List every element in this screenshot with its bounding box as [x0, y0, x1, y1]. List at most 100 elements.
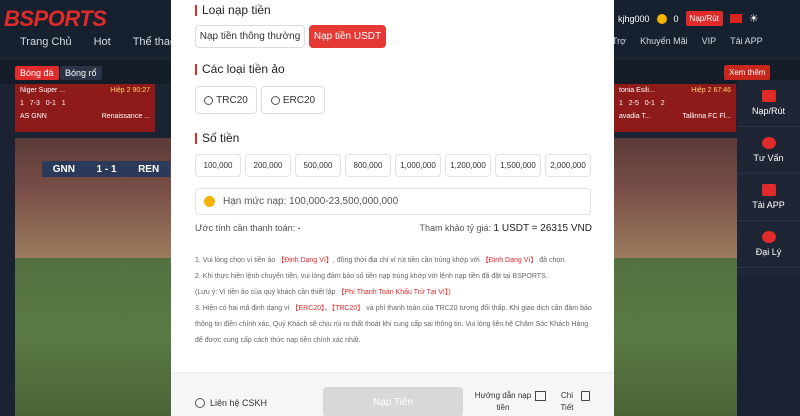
document-icon[interactable]	[581, 391, 590, 401]
site-logo[interactable]: BSPORTS	[4, 6, 107, 32]
away-team: Tallinna FC Fl...	[682, 113, 731, 120]
note-text: , đồng thời địa chỉ ví rút tiền cần trùn…	[332, 257, 482, 264]
side-item-label: Đại Lý	[755, 247, 782, 257]
deposit-guide-link[interactable]: Hướng dẫn nạp tiền	[473, 390, 533, 414]
home-score: 1	[619, 100, 623, 107]
away-score: 1	[61, 100, 66, 107]
accent-bar	[195, 4, 197, 16]
right-nav: Trợ Khuyến Mãi VIP Tải APP	[612, 36, 763, 46]
section-amount: Số tiền	[195, 131, 239, 145]
nav-promotions[interactable]: Khuyến Mãi	[640, 36, 688, 46]
corners: 7-3	[29, 100, 40, 107]
cards: 0-1	[644, 100, 655, 107]
amount-chip[interactable]: 500,000	[295, 154, 341, 177]
headset-icon	[195, 398, 205, 408]
side-item-label: Tải APP	[752, 200, 785, 210]
side-item-app[interactable]: Tải APP	[737, 174, 800, 221]
rate-label: Tham khảo tỷ giá:	[419, 223, 491, 233]
radio-erc20[interactable]: ERC20	[261, 86, 325, 114]
note-text: 1. Vui lòng chọn ví tiền ảo	[195, 257, 278, 264]
match-card[interactable]: Niger Super ... Hiệp 2 90:27 1 7-3 0-1 1 …	[15, 84, 155, 132]
nav-support[interactable]: Trợ	[612, 36, 626, 46]
overlay-score: 1 - 1	[96, 163, 117, 175]
tab-basketball[interactable]: Bóng rổ	[60, 66, 102, 80]
deposit-submit-button[interactable]: Nạp Tiền	[323, 387, 463, 416]
user-bar: kjhg000 0 Nạp/Rút ☀	[618, 11, 759, 26]
note-highlight: 【Phí Thanh Toán Khấu Trừ Tại Ví】	[337, 289, 449, 296]
note-2: 2. Khi thực hiện lệnh chuyển tiền, vui l…	[195, 269, 595, 301]
contact-support-link[interactable]: Liên hệ CSKH	[195, 398, 267, 408]
score-overlay: GNN 1 - 1 REN	[42, 161, 170, 177]
view-more-button[interactable]: Xem thêm	[724, 65, 771, 80]
tab-regular-deposit[interactable]: Nạp tiền thông thường	[195, 25, 305, 48]
amount-chip[interactable]: 800,000	[345, 154, 391, 177]
note-highlight: 【ERC20】	[291, 305, 325, 312]
home-team: AS GNN	[20, 113, 47, 120]
agent-icon	[761, 231, 776, 243]
balance: 0	[673, 13, 679, 24]
note-1: 1. Vui lòng chọn ví tiền ảo 【Định Dạng V…	[195, 253, 595, 269]
side-item-label: Tư Vấn	[753, 153, 784, 163]
nav-home[interactable]: Trang Chủ	[20, 36, 72, 48]
note-text: )	[448, 289, 451, 296]
headset-icon	[761, 137, 776, 149]
home-score: 1	[20, 100, 24, 107]
tab-usdt-deposit[interactable]: Nạp tiền USDT	[309, 25, 386, 48]
radio-trc20[interactable]: TRC20	[195, 86, 257, 114]
cards: 0-1	[45, 100, 56, 107]
coin-icon	[656, 13, 667, 24]
home-team: avadia T...	[619, 113, 651, 120]
radio-circle-icon	[270, 95, 280, 105]
tab-football[interactable]: Bóng đá	[15, 66, 59, 80]
side-menu: Nạp/Rút Tư Vấn Tải APP Đại Lý	[737, 80, 800, 278]
deposit-withdraw-button[interactable]: Nạp/Rút	[685, 11, 723, 26]
match-status: Hiệp 2 67:46	[691, 87, 731, 94]
vietnam-flag-icon[interactable]	[729, 14, 742, 23]
radio-label: ERC20	[282, 94, 316, 106]
radio-label: TRC20	[216, 94, 248, 106]
nav-download-app[interactable]: Tải APP	[730, 36, 763, 46]
overlay-home: GNN	[52, 163, 75, 175]
amount-chip[interactable]: 1,200,000	[445, 154, 491, 177]
amount-chip[interactable]: 200,000	[245, 154, 291, 177]
side-item-deposit[interactable]: Nạp/Rút	[737, 80, 800, 127]
rate-value: 1 USDT = 26315 VND	[493, 223, 592, 234]
note-highlight: 【Định Dạng Ví】	[277, 257, 333, 264]
accent-bar	[195, 132, 197, 144]
nav-vip[interactable]: VIP	[702, 36, 717, 46]
section-title: Các loại tiền ảo	[202, 62, 285, 76]
side-item-agent[interactable]: Đại Lý	[737, 221, 800, 268]
coin-icon	[204, 196, 215, 207]
side-item-support[interactable]: Tư Vấn	[737, 127, 800, 174]
amount-input[interactable]: Hạn mức nạp: 100,000-23,500,000,000	[195, 188, 591, 215]
nav-hot[interactable]: Hot	[94, 36, 111, 48]
radio-circle-icon	[204, 95, 214, 105]
match-card[interactable]: tonia Esili... Hiệp 2 67:46 1 2-5 0-1 2 a…	[614, 84, 736, 132]
wallet-icon	[761, 90, 776, 102]
amount-chip[interactable]: 1,000,000	[395, 154, 441, 177]
note-text: 2. Khi thực hiện lệnh chuyển tiền, vui l…	[195, 273, 548, 280]
accent-bar	[195, 63, 197, 75]
overlay-away: REN	[138, 163, 160, 175]
away-team: Renaissance ...	[101, 113, 150, 120]
section-title: Số tiền	[202, 131, 240, 145]
away-score: 2	[660, 100, 665, 107]
amount-chip[interactable]: 2,000,000	[545, 154, 591, 177]
league-name: Niger Super ...	[20, 87, 66, 94]
note-text: (Lưu ý: Ví tiền ảo của quý khách cần thi…	[195, 289, 338, 296]
note-text: 、	[324, 305, 332, 312]
section-crypto-types: Các loại tiền ảo	[195, 62, 285, 76]
book-icon[interactable]	[535, 391, 546, 401]
main-nav: Trang Chủ Hot Thể thao	[20, 36, 176, 48]
est-label: Ước tính cần thanh toán:	[195, 223, 296, 233]
amount-chip[interactable]: 1,500,000	[495, 154, 541, 177]
exchange-rate: Tham khảo tỷ giá: 1 USDT = 26315 VND	[419, 223, 592, 234]
estimated-payment: Ước tính cần thanh toán: -	[195, 223, 301, 233]
amount-chip[interactable]: 100,000	[195, 154, 241, 177]
nav-sports[interactable]: Thể thao	[133, 36, 176, 48]
note-text: 3. Hiện có hai mã định dạng ví	[195, 305, 292, 312]
modal-footer: Liên hệ CSKH Nạp Tiền Hướng dẫn nạp tiền…	[171, 372, 614, 416]
details-link[interactable]: Chi Tiết	[555, 390, 579, 414]
deposit-modal: Loại nạp tiền Nạp tiền thông thường Nạp …	[171, 0, 614, 416]
theme-sun-icon[interactable]: ☀	[749, 12, 759, 25]
